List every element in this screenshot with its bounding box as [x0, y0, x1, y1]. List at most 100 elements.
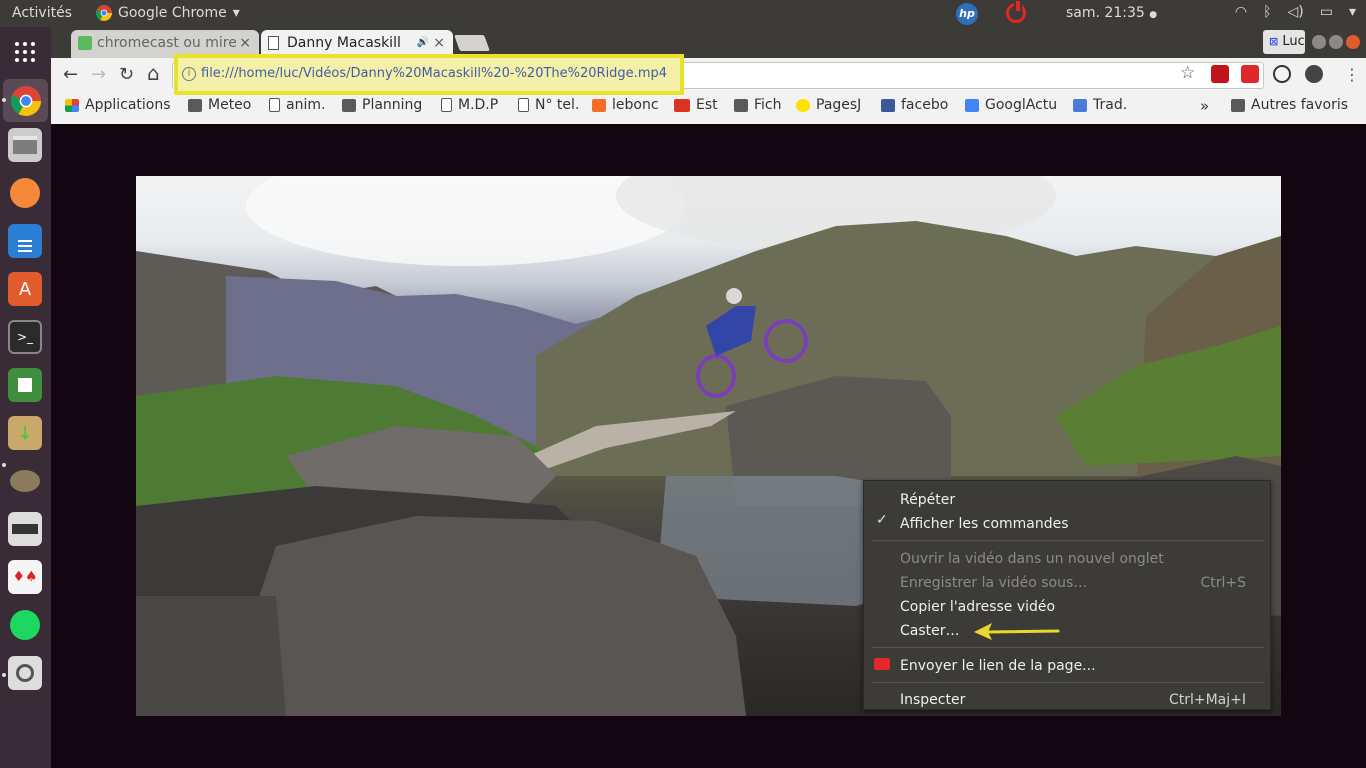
forward-button[interactable]: → [91, 64, 106, 85]
bookmark-label: N° tel. [535, 97, 580, 113]
back-button[interactable]: ← [63, 64, 78, 85]
menu-item-envoyer-lien[interactable]: Envoyer le lien de la page... [900, 655, 1096, 677]
gimp-icon[interactable] [8, 464, 42, 498]
wifi-icon[interactable]: ◠ [1235, 4, 1247, 20]
shortcut-ctrl-maj-i: Ctrl+Maj+I [1168, 692, 1246, 708]
bookmark-facebo[interactable]: facebo [881, 97, 948, 113]
reload-button[interactable]: ↻ [119, 64, 134, 85]
bookmark-fich[interactable]: Fich [734, 97, 782, 113]
bookmark-label: Planning [362, 97, 423, 113]
scanner-icon[interactable] [8, 512, 42, 546]
archive-icon[interactable]: ↓ [8, 416, 42, 450]
bookmark-est[interactable]: Est [674, 97, 718, 113]
pagesjaunes-icon [796, 98, 810, 112]
folder-icon [734, 98, 748, 112]
mail-checker-icon[interactable] [1241, 65, 1259, 83]
close-window-icon[interactable] [1346, 35, 1360, 49]
bookmark-googlactu[interactable]: GooglActu [965, 97, 1057, 113]
user-icon: ⊠ [1269, 35, 1279, 48]
app-name-label: Google Chrome [118, 5, 227, 21]
profile-button[interactable]: ⊠ Luc [1263, 30, 1305, 54]
clock-dot: ● [1149, 10, 1158, 20]
bookmarks-bar: Applications Meteo anim. Planning M.D.P … [51, 93, 1366, 124]
bookmark-label: M.D.P [458, 97, 499, 113]
window-controls [1312, 35, 1360, 49]
bookmark-planning[interactable]: Planning [342, 97, 422, 113]
tab-title: chromecast ou mire [97, 35, 237, 51]
chrome-launcher-icon[interactable] [3, 79, 48, 122]
menu-separator [872, 540, 1264, 541]
chrome-window-frame: chromecast ou mire × Danny Macaskill 🔊 ×… [51, 27, 1366, 124]
app-menu[interactable]: Google Chrome ▾ [96, 5, 240, 21]
close-tab-icon[interactable]: × [433, 30, 445, 56]
activities-button[interactable]: Activités [12, 5, 72, 21]
tab-title: Danny Macaskill [287, 35, 401, 51]
bookmark-ntel[interactable]: N° tel. [518, 97, 579, 113]
bookmarks-overflow-button[interactable]: » [1200, 97, 1209, 115]
page-icon [441, 98, 452, 112]
spotify-icon[interactable] [8, 608, 42, 642]
volume-icon[interactable]: ◁) [1288, 4, 1304, 20]
ublock-icon[interactable] [1211, 65, 1229, 83]
menu-item-copier-adresse[interactable]: Copier l'adresse vidéo [900, 596, 1055, 618]
clock[interactable]: sam. 21:35 ● [1066, 5, 1157, 21]
shortcut-ctrl-s: Ctrl+S [1200, 575, 1246, 591]
files-icon[interactable] [8, 128, 42, 162]
bluetooth-icon[interactable]: ᛒ [1263, 4, 1271, 20]
bookmark-star-icon[interactable]: ☆ [1180, 63, 1195, 83]
software-center-icon[interactable]: A [8, 272, 42, 306]
menu-item-enregistrer-video[interactable]: Enregistrer la vidéo sous… [900, 572, 1087, 594]
address-bar-url[interactable]: file:///home/luc/Vidéos/Danny%20Macaskil… [201, 66, 667, 81]
solitaire-icon[interactable]: ♦♠ [8, 560, 42, 594]
bookmark-anim[interactable]: anim. [269, 97, 325, 113]
bookmark-label: anim. [286, 97, 326, 113]
other-bookmarks[interactable]: Autres favoris [1231, 97, 1348, 113]
chrome-menu-icon[interactable]: ⋮ [1344, 65, 1360, 84]
menu-item-caster[interactable]: Caster… [900, 620, 960, 642]
writer-icon[interactable] [8, 224, 42, 258]
annotation-arrow-icon [974, 623, 1060, 640]
tab-favicon [78, 36, 92, 50]
page-icon [268, 36, 279, 50]
info-icon[interactable]: i [182, 67, 196, 81]
show-applications-icon[interactable] [8, 35, 42, 69]
bookmark-meteo[interactable]: Meteo [188, 97, 251, 113]
minimize-icon[interactable] [1312, 35, 1326, 49]
battery-icon[interactable]: ▭ [1320, 4, 1333, 20]
home-button[interactable]: ⌂ [147, 61, 160, 85]
system-tray[interactable]: ◠ ᛒ ◁) ▭ ▾ [1235, 4, 1356, 20]
extension-icon[interactable] [1305, 65, 1323, 83]
bookmark-pagesj[interactable]: PagesJ [796, 97, 861, 113]
menu-item-repeter[interactable]: Répéter [900, 489, 955, 511]
maximize-icon[interactable] [1329, 35, 1343, 49]
bookmark-label: Fich [754, 97, 782, 113]
folder-icon [342, 98, 356, 112]
profile-name: Luc [1282, 34, 1305, 49]
leboncoin-icon [592, 98, 606, 112]
bookmark-lebonc[interactable]: lebonc [592, 97, 659, 113]
menu-item-inspecter[interactable]: Inspecter [900, 689, 965, 711]
close-tab-icon[interactable]: × [239, 30, 251, 56]
terminal-icon[interactable]: >_ [8, 320, 42, 354]
bookmark-label: Applications [85, 97, 171, 113]
clementine-icon[interactable] [8, 176, 42, 210]
hp-icon[interactable]: hp [956, 3, 978, 25]
folder-icon [1231, 98, 1245, 112]
calc-icon[interactable] [8, 368, 42, 402]
bookmark-trad[interactable]: Trad. [1073, 97, 1127, 113]
est-icon [674, 98, 690, 112]
bookmark-label: Trad. [1093, 97, 1128, 113]
new-tab-button[interactable] [454, 35, 490, 51]
system-menu-icon[interactable]: ▾ [1349, 4, 1356, 20]
mail-icon [874, 658, 890, 670]
running-indicator [2, 673, 6, 677]
bookmark-applications[interactable]: Applications [65, 97, 171, 113]
image-viewer-icon[interactable] [8, 656, 42, 690]
menu-item-afficher-commandes[interactable]: Afficher les commandes [900, 513, 1069, 535]
menu-item-ouvrir-nouvel-onglet[interactable]: Ouvrir la vidéo dans un nouvel onglet [900, 548, 1164, 570]
page-icon [269, 98, 280, 112]
bookmark-mdp[interactable]: M.D.P [441, 97, 498, 113]
power-icon[interactable] [1006, 1, 1026, 23]
extension-icon[interactable] [1273, 65, 1291, 83]
audio-playing-icon[interactable]: 🔊 [417, 30, 429, 56]
